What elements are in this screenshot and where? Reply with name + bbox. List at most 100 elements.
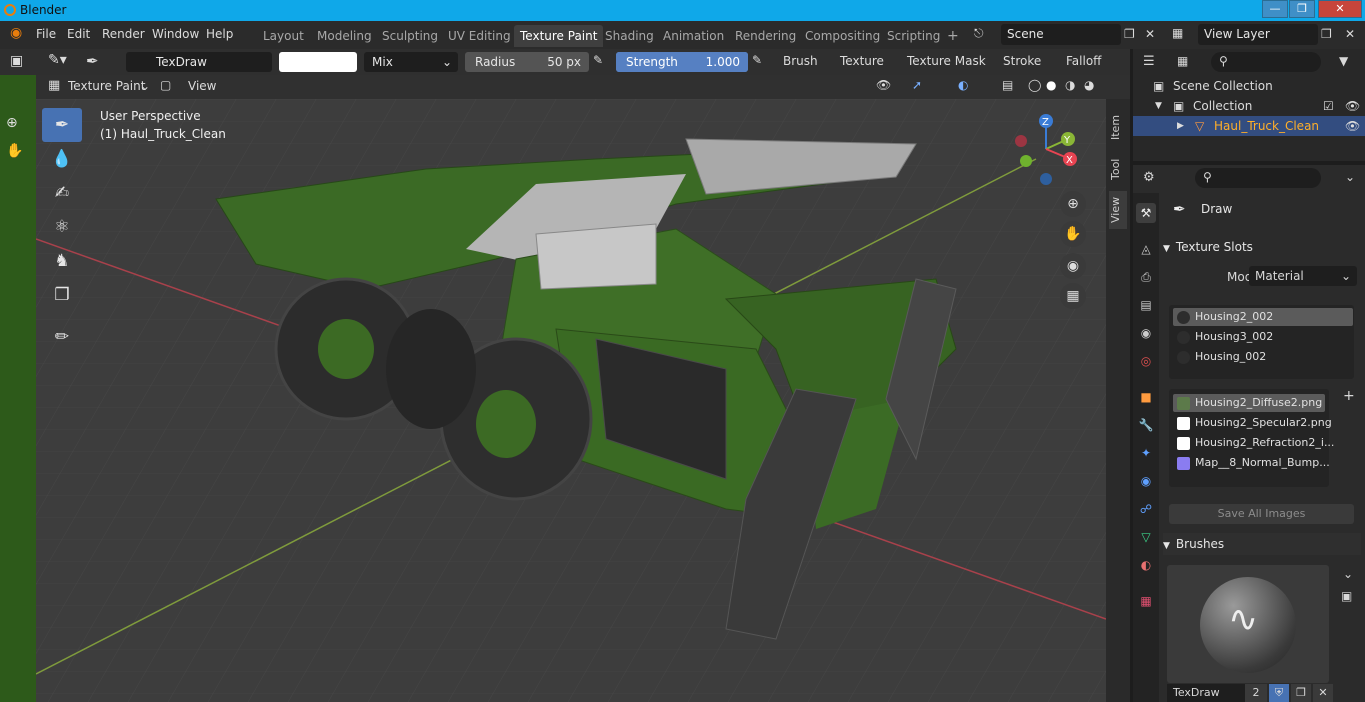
draw-tool-icon[interactable]: ✒ — [42, 108, 82, 142]
material-tab-icon[interactable]: ◐ — [1136, 555, 1156, 575]
texture-menu[interactable]: Texture — [840, 54, 884, 68]
brush-name-field[interactable]: TexDraw — [1167, 684, 1245, 702]
tab-layout[interactable]: Layout — [257, 25, 310, 47]
physics-tab-icon[interactable]: ◉ — [1136, 471, 1156, 491]
tab-uv-editing[interactable]: UV Editing — [442, 25, 517, 47]
fill-tool-icon[interactable]: ♞ — [42, 244, 82, 278]
brush-preview[interactable]: ∿ — [1167, 565, 1329, 683]
blend-mode-select[interactable]: Mix ⌄ — [364, 52, 458, 72]
scene-selector-icon[interactable]: ⎋ — [974, 26, 984, 41]
shading-wireframe-icon[interactable]: ◯ — [1028, 78, 1041, 92]
navigation-gizmo[interactable]: Z Y X — [1012, 111, 1082, 191]
remove-scene-icon[interactable]: ✕ — [1145, 27, 1155, 41]
editor-type-icon[interactable]: ▣ — [10, 53, 23, 69]
modifier-tab-icon[interactable]: 🔧 — [1136, 415, 1156, 435]
outliner-scene-collection[interactable]: ▣ Scene Collection — [1133, 76, 1365, 96]
tab-tool[interactable]: Tool — [1109, 151, 1127, 187]
tab-view[interactable]: View — [1109, 191, 1127, 229]
texture-mask-menu[interactable]: Texture Mask — [907, 54, 986, 68]
outliner-filter-icon[interactable]: ▼ — [1339, 54, 1348, 68]
new-scene-icon[interactable]: ❐ — [1124, 27, 1135, 41]
brush-name-field[interactable]: TexDraw — [126, 52, 272, 72]
fake-user-shield-icon[interactable]: ⛨ — [1269, 684, 1289, 702]
strength-pressure-icon[interactable]: ✎ — [752, 53, 762, 67]
brush-icon[interactable]: ✒ — [86, 52, 99, 70]
menu-help[interactable]: Help — [206, 27, 233, 41]
scene-name-field[interactable]: Scene — [1001, 24, 1121, 45]
clone-tool-icon[interactable]: ⚛ — [42, 210, 82, 244]
data-tab-icon[interactable]: ▽ — [1136, 527, 1156, 547]
visibility-eye-icon[interactable]: 👁 — [1345, 96, 1360, 116]
radius-pressure-icon[interactable]: ✎ — [593, 53, 603, 67]
tab-animation[interactable]: Animation — [657, 25, 730, 47]
list-item[interactable]: Housing2_Refraction2_i... — [1173, 434, 1334, 452]
zoom-icon[interactable]: ⊕ — [6, 115, 18, 131]
list-item[interactable]: Housing2_Diffuse2.png — [1173, 394, 1325, 412]
expand-icon[interactable]: ▼ — [1155, 96, 1162, 116]
particles-tab-icon[interactable]: ✦ — [1136, 443, 1156, 463]
zoom-view-icon[interactable]: ⊕ — [1060, 191, 1086, 217]
brushes-panel-header[interactable]: ▼ Brushes — [1163, 533, 1361, 555]
visibility-icon[interactable]: 👁 — [876, 78, 891, 92]
brush-users-count[interactable]: 2 — [1245, 684, 1267, 702]
tab-modeling[interactable]: Modeling — [311, 25, 378, 47]
brush-color-swatch[interactable] — [279, 52, 357, 72]
tab-scripting[interactable]: Scripting — [881, 25, 946, 47]
menu-render[interactable]: Render — [102, 27, 145, 41]
shading-material-icon[interactable]: ◑ — [1065, 78, 1075, 92]
exclude-checkbox[interactable]: ☑ — [1323, 96, 1334, 116]
tool-settings-icon[interactable]: ✎▾ — [48, 52, 67, 68]
pan-hand-icon[interactable]: ✋ — [6, 143, 23, 159]
outliner-object-row[interactable]: ▶ ▽ Haul_Truck_Clean 👁 — [1133, 116, 1365, 136]
tab-texture-paint[interactable]: Texture Paint — [514, 25, 604, 47]
xray-icon[interactable]: ▤ — [1002, 78, 1013, 92]
tab-rendering[interactable]: Rendering — [729, 25, 802, 47]
outliner-collection[interactable]: ▼ ▣ Collection ☑ 👁 — [1133, 96, 1365, 116]
outliner-editor-icon[interactable]: ☰ — [1143, 54, 1155, 69]
blender-menu-icon[interactable]: ◉ — [10, 25, 22, 41]
tab-sculpting[interactable]: Sculpting — [376, 25, 444, 47]
world-tab-icon[interactable]: ◎ — [1136, 351, 1156, 371]
texture-tab-icon[interactable]: ▦ — [1136, 591, 1156, 611]
properties-editor-icon[interactable]: ⚙ — [1143, 170, 1155, 185]
view-layer-field[interactable]: View Layer — [1198, 24, 1318, 45]
add-image-button[interactable]: + — [1343, 388, 1355, 404]
overlays-icon[interactable]: ◐ — [958, 78, 968, 92]
constraints-tab-icon[interactable]: ☍ — [1136, 499, 1156, 519]
list-item[interactable]: Housing_002 — [1173, 348, 1353, 366]
tool-tab-icon[interactable]: ⚒ — [1136, 203, 1156, 223]
save-all-images-button[interactable]: Save All Images — [1169, 504, 1354, 524]
list-item[interactable]: Map__8_Normal_Bump... — [1173, 454, 1330, 472]
tab-compositing[interactable]: Compositing — [799, 25, 886, 47]
annotate-tool-icon[interactable]: ✏ — [42, 320, 82, 354]
list-item[interactable]: Housing2_002 — [1173, 308, 1353, 326]
radius-field[interactable]: Radius 50 px — [465, 52, 589, 72]
shading-rendered-icon[interactable]: ◕ — [1084, 78, 1094, 92]
mask-tool-icon[interactable]: ❐ — [42, 278, 82, 312]
3d-viewport[interactable]: User Perspective (1) Haul_Truck_Clean Z … — [36, 99, 1106, 702]
expand-icon[interactable]: ▶ — [1177, 116, 1184, 136]
brush-menu[interactable]: Brush — [783, 54, 818, 68]
chevron-down-icon[interactable]: ⌄ — [1343, 567, 1353, 581]
minimize-button[interactable]: — — [1262, 0, 1288, 18]
menu-window[interactable]: Window — [152, 27, 199, 41]
brush-image-icon[interactable]: ▣ — [1341, 589, 1352, 603]
mode-select[interactable]: Texture Paint — [68, 79, 145, 93]
mode-select[interactable]: Material ⌄ — [1249, 266, 1357, 286]
tab-item[interactable]: Item — [1109, 107, 1127, 147]
filter-icon[interactable]: ▦ — [1177, 54, 1188, 68]
object-tab-icon[interactable]: ■ — [1136, 387, 1156, 407]
view-layer-tab-icon[interactable]: ▤ — [1136, 295, 1156, 315]
new-view-layer-icon[interactable]: ❐ — [1321, 27, 1332, 41]
unlink-brush-icon[interactable]: ✕ — [1313, 684, 1333, 702]
remove-view-layer-icon[interactable]: ✕ — [1345, 27, 1355, 41]
outliner-search-input[interactable]: ⚲ — [1211, 52, 1321, 72]
falloff-menu[interactable]: Falloff — [1066, 54, 1101, 68]
visibility-eye-icon[interactable]: 👁 — [1345, 116, 1360, 136]
strength-slider[interactable]: Strength 1.000 — [616, 52, 748, 72]
close-window-button[interactable]: ✕ — [1318, 0, 1362, 18]
properties-search-input[interactable]: ⚲ — [1195, 168, 1321, 188]
scene-tab-icon[interactable]: ◉ — [1136, 323, 1156, 343]
move-view-icon[interactable]: ✋ — [1060, 221, 1086, 247]
shading-solid-icon[interactable]: ● — [1046, 78, 1056, 92]
